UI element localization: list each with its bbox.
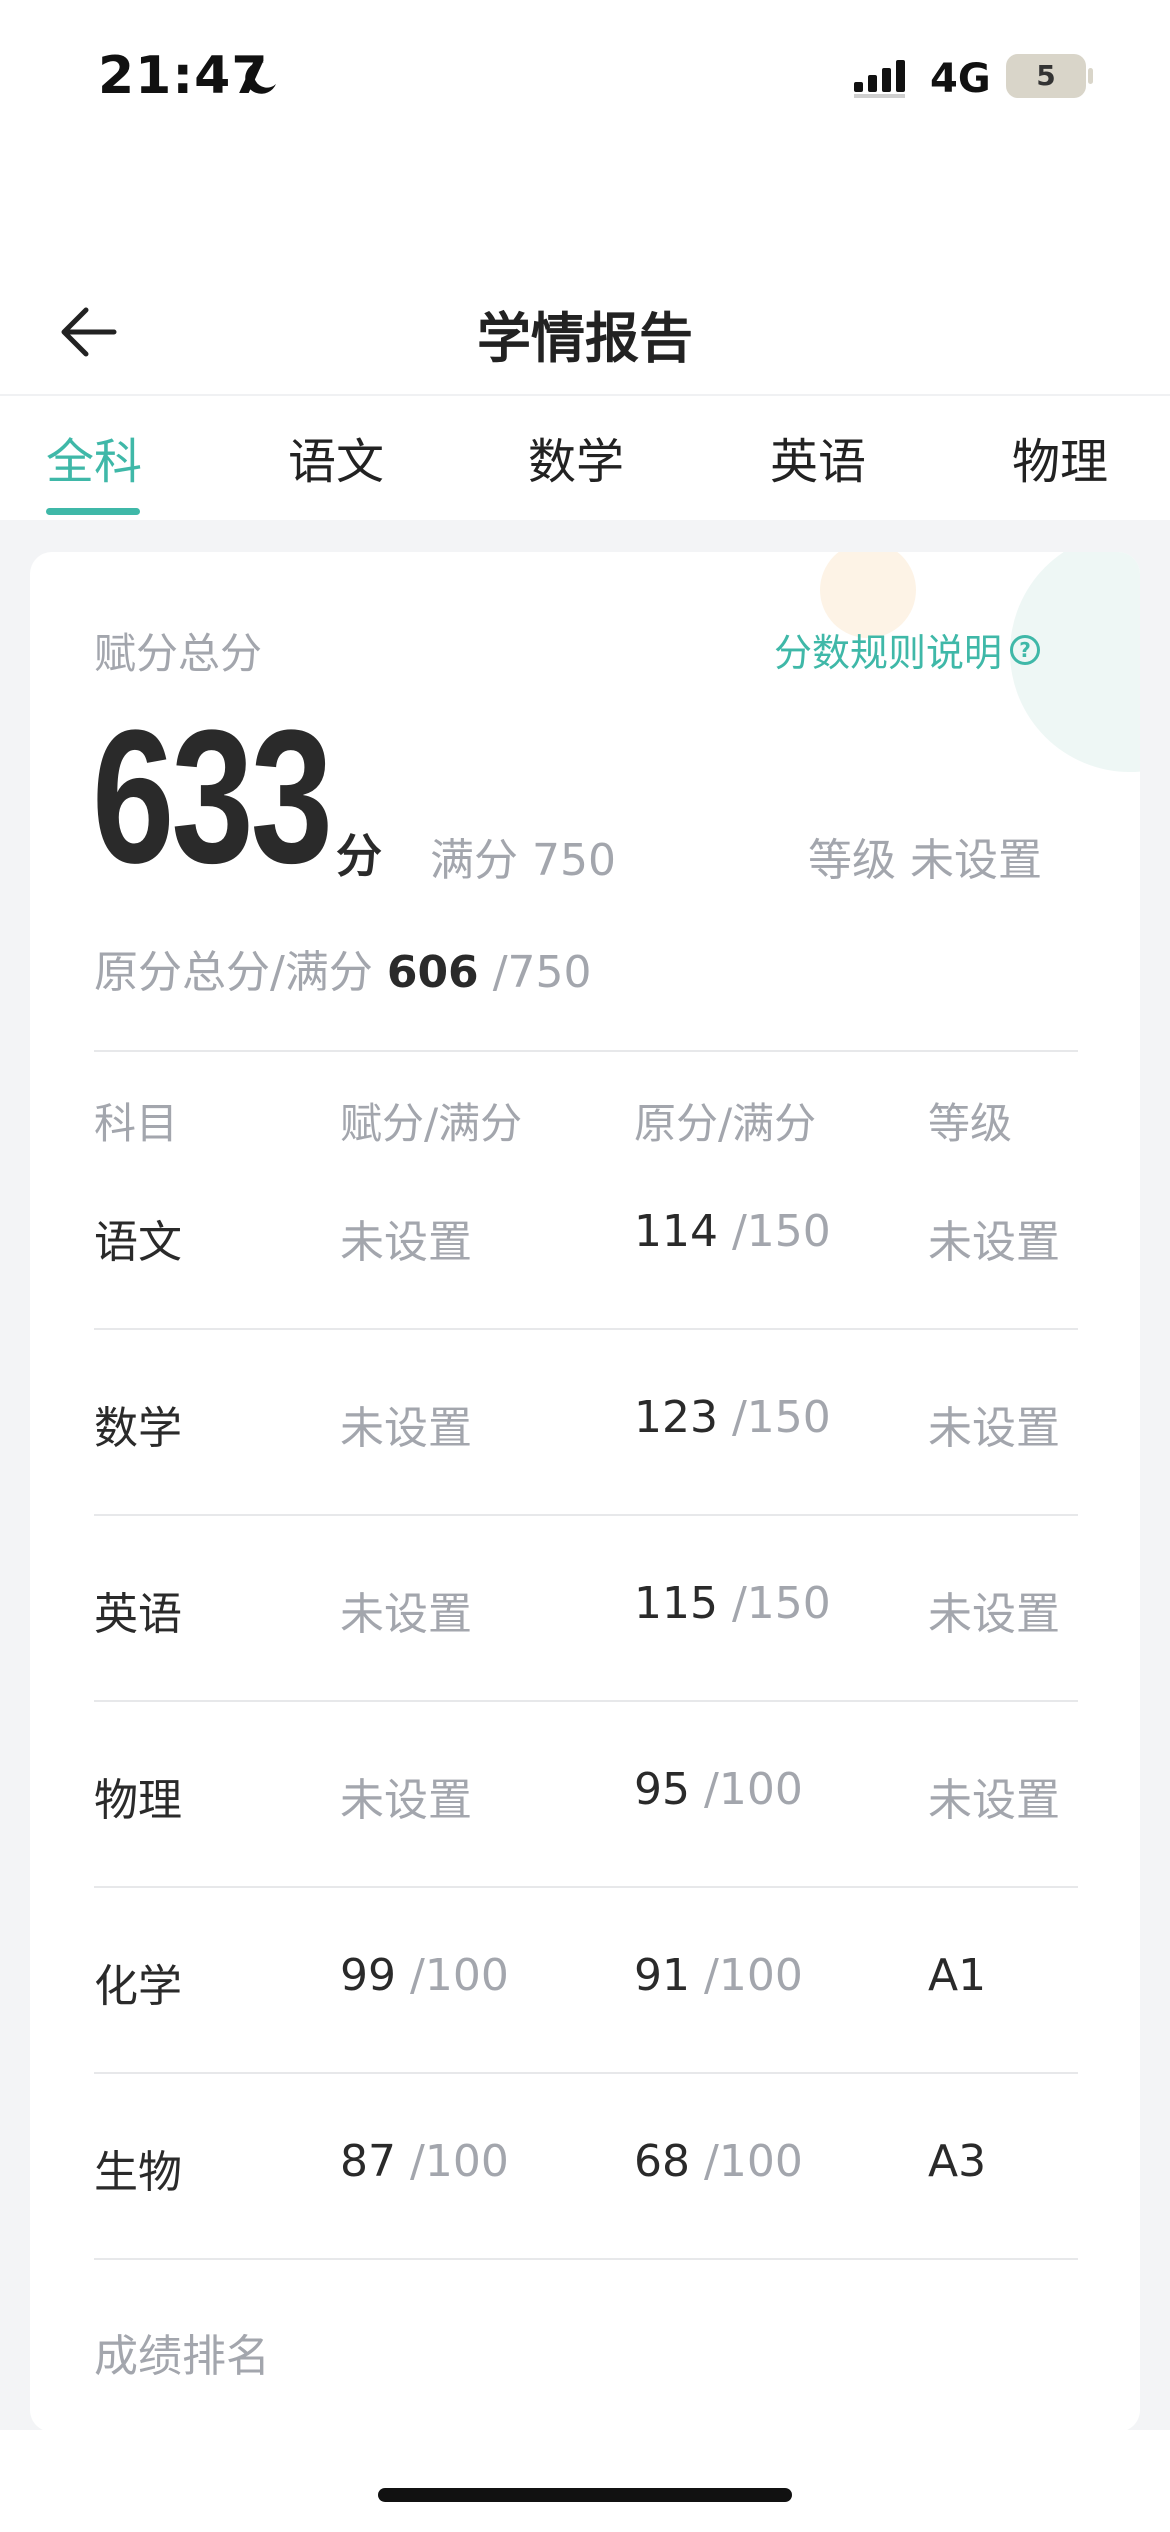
header-raw: 原分/满分 <box>634 1099 817 1148</box>
raw-full: /100 <box>704 2136 803 2187</box>
full-score: 满分 750 <box>430 824 616 888</box>
row-grade: A1 <box>928 1950 987 2001</box>
table-row: 英语 未设置 115 /150 未设置 <box>30 1578 1140 1766</box>
raw-full: /150 <box>731 1392 831 1443</box>
score-unit: 分 <box>336 829 382 883</box>
row-raw: 68 /100 <box>634 2136 803 2187</box>
divider <box>94 1050 1078 1052</box>
assigned-full: /100 <box>410 1950 509 2001</box>
total-score-label: 赋分总分 <box>94 629 263 678</box>
home-indicator[interactable] <box>378 2488 792 2502</box>
page-title: 学情报告 <box>477 307 693 370</box>
row-raw: 115 /150 <box>634 1578 831 1629</box>
battery-level: 5 <box>1036 59 1056 92</box>
header-grade: 等级 <box>928 1099 1013 1148</box>
row-subject: 化学 <box>94 1961 182 2012</box>
tab-physics[interactable]: 物理 <box>1012 422 1108 492</box>
row-grade: A3 <box>928 2136 987 2187</box>
battery-icon: 5 <box>1006 54 1086 98</box>
row-assigned: 87 /100 <box>340 2136 509 2187</box>
divider <box>94 1328 1078 1330</box>
subject-tabs: 全科 语文 数学 英语 物理 <box>0 398 1170 520</box>
row-assigned: 未设置 <box>340 1217 472 1268</box>
row-grade: 未设置 <box>928 1589 1060 1640</box>
row-grade: 未设置 <box>928 1217 1060 1268</box>
row-assigned: 未设置 <box>340 1589 472 1640</box>
divider <box>94 1886 1078 1888</box>
row-assigned: 未设置 <box>340 1775 472 1826</box>
table-row: 物理 未设置 95 /100 未设置 <box>30 1764 1140 1952</box>
row-assigned: 未设置 <box>340 1403 472 1454</box>
total-score-value: 633 <box>92 691 333 903</box>
table-row: 语文 未设置 114 /150 未设置 <box>30 1206 1140 1394</box>
row-raw: 91 /100 <box>634 1950 803 2001</box>
row-subject: 物理 <box>94 1775 182 1826</box>
raw-score: 123 <box>634 1392 718 1443</box>
raw-total-full: /750 <box>492 947 592 998</box>
score-rules-label: 分数规则说明 <box>774 631 1003 675</box>
raw-total-label: 原分总分/满分 <box>94 947 373 998</box>
signal-icon <box>854 60 905 98</box>
row-assigned: 99 /100 <box>340 1950 509 2001</box>
active-tab-indicator <box>46 508 140 515</box>
table-header: 科目 赋分/满分 原分/满分 等级 <box>30 1090 1140 1160</box>
full-score-value: 750 <box>532 835 616 886</box>
status-bar: 21:47 4G 5 <box>0 0 1170 150</box>
row-subject: 数学 <box>94 1403 182 1454</box>
row-raw: 123 /150 <box>634 1392 831 1443</box>
assigned-full: /100 <box>410 2136 509 2187</box>
raw-full: /100 <box>704 1950 803 2001</box>
question-circle-icon: ? <box>1010 634 1041 665</box>
header-subject: 科目 <box>94 1099 179 1148</box>
report-page: 21:47 4G 5 学情报告 全科 语文 数学 英语 物理 赋分总分 分数规则… <box>0 0 1170 2532</box>
row-raw: 95 /100 <box>634 1764 803 1815</box>
row-grade: 未设置 <box>928 1403 1060 1454</box>
score-card: 赋分总分 分数规则说明 ? 633 分 满分 750 等级 未设置 原分总分/满… <box>30 552 1140 2432</box>
full-score-label: 满分 <box>430 835 518 886</box>
raw-full: /150 <box>731 1578 831 1629</box>
table-row: 数学 未设置 123 /150 未设置 <box>30 1392 1140 1580</box>
raw-score: 91 <box>634 1950 690 2001</box>
raw-total-value: 606 <box>386 947 479 998</box>
score-rules-link[interactable]: 分数规则说明 ? <box>774 622 1041 677</box>
raw-score: 115 <box>634 1578 718 1629</box>
table-row: 化学 99 /100 91 /100 A1 <box>30 1950 1140 2138</box>
moon-icon <box>245 61 276 94</box>
divider <box>94 2258 1078 2260</box>
tab-chinese[interactable]: 语文 <box>288 422 384 492</box>
battery-tip <box>1088 68 1093 84</box>
raw-score: 114 <box>634 1206 718 1257</box>
raw-score: 95 <box>634 1764 690 1815</box>
assigned-score: 87 <box>340 2136 396 2187</box>
row-raw: 114 /150 <box>634 1206 831 1257</box>
overall-grade: 等级 未设置 <box>808 824 1042 888</box>
raw-full: /150 <box>731 1206 831 1257</box>
tab-english[interactable]: 英语 <box>770 422 866 492</box>
raw-full: /100 <box>704 1764 803 1815</box>
divider <box>94 1514 1078 1516</box>
row-grade: 未设置 <box>928 1775 1060 1826</box>
network-type: 4G <box>930 56 991 102</box>
arrow-left-icon <box>61 307 117 357</box>
tab-all[interactable]: 全科 <box>46 422 142 492</box>
back-button[interactable] <box>46 290 130 374</box>
nav-bar: 学情报告 <box>0 270 1170 396</box>
table-row: 生物 87 /100 68 /100 A3 <box>30 2136 1140 2324</box>
raw-total: 原分总分/满分 606 /750 <box>94 936 592 1000</box>
raw-score: 68 <box>634 2136 690 2187</box>
grade-value: 未设置 <box>910 835 1042 886</box>
grade-label: 等级 <box>808 835 896 886</box>
row-subject: 语文 <box>94 1217 182 1268</box>
tab-math[interactable]: 数学 <box>528 422 624 492</box>
row-subject: 英语 <box>94 1589 182 1640</box>
divider <box>94 2072 1078 2074</box>
divider <box>94 1700 1078 1702</box>
header-assigned: 赋分/满分 <box>340 1099 523 1148</box>
assigned-score: 99 <box>340 1950 396 2001</box>
rank-section-title: 成绩排名 <box>94 2331 270 2382</box>
row-subject: 生物 <box>94 2147 182 2198</box>
